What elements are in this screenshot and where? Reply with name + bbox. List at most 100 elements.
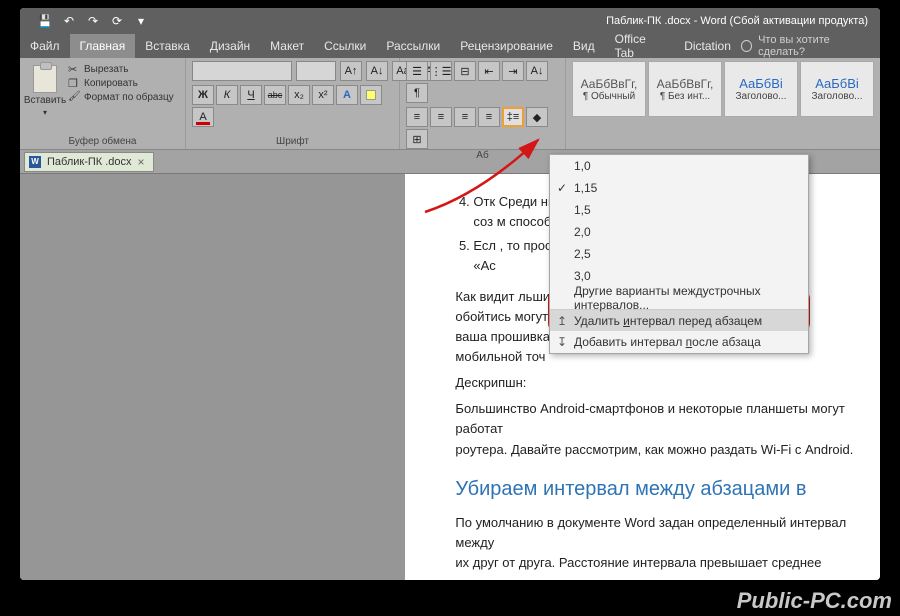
- style-no-spacing-label: ¶ Без инт...: [660, 91, 710, 102]
- paste-button[interactable]: Вставить ▾: [26, 61, 64, 117]
- tab-review[interactable]: Рецензирование: [450, 34, 563, 58]
- increase-indent-button[interactable]: ⇥: [502, 61, 524, 81]
- group-font: A↑ A↓ Aa A̷ Ж К Ч abc x₂ x² A A Шрифт: [186, 58, 400, 149]
- font-color-button[interactable]: A: [192, 107, 214, 127]
- tab-dictation[interactable]: Dictation: [674, 34, 741, 58]
- font-group-label: Шрифт: [192, 135, 393, 149]
- style-heading1[interactable]: АаБбВі Заголово...: [724, 61, 798, 117]
- tab-insert[interactable]: Вставка: [135, 34, 200, 58]
- font-name-combo[interactable]: [192, 61, 292, 81]
- tab-office-tab[interactable]: Office Tab: [605, 34, 675, 58]
- title-bar: 💾 ↶ ↷ ⟳ ▾ Паблик-ПК .docx - Word (Сбой а…: [20, 8, 880, 34]
- line-spacing-button[interactable]: ‡≡: [502, 107, 524, 127]
- copy-button[interactable]: Копировать: [68, 77, 174, 89]
- decrease-indent-button[interactable]: ⇤: [478, 61, 500, 81]
- sort-button[interactable]: A↓: [526, 61, 548, 81]
- spacing-option-2-5[interactable]: 2,5: [550, 243, 808, 265]
- font-size-combo[interactable]: [296, 61, 336, 81]
- tab-view[interactable]: Вид: [563, 34, 605, 58]
- tab-layout[interactable]: Макет: [260, 34, 314, 58]
- qat-dropdown-icon[interactable]: ▾: [134, 14, 148, 28]
- group-styles: АаБбВвГг, ¶ Обычный АаБбВвГг, ¶ Без инт.…: [566, 58, 880, 149]
- vertical-ruler: [20, 174, 35, 580]
- refresh-icon[interactable]: ⟳: [110, 14, 124, 28]
- ribbon-tabs: Файл Главная Вставка Дизайн Макет Ссылки…: [20, 34, 880, 58]
- subscript-button[interactable]: x₂: [288, 85, 310, 105]
- strikethrough-button[interactable]: abc: [264, 85, 286, 105]
- show-marks-button[interactable]: ¶: [406, 83, 428, 103]
- spacing-option-1-15[interactable]: ✓1,15: [550, 177, 808, 199]
- redo-icon[interactable]: ↷: [86, 14, 100, 28]
- clipboard-group-label: Буфер обмена: [26, 135, 179, 149]
- remove-before-icon: ↥: [550, 314, 574, 328]
- numbering-button[interactable]: ⋮☰: [430, 61, 452, 81]
- align-left-button[interactable]: ≡: [406, 107, 428, 127]
- superscript-button[interactable]: x²: [312, 85, 334, 105]
- tab-design[interactable]: Дизайн: [200, 34, 260, 58]
- tab-file[interactable]: Файл: [20, 34, 70, 58]
- word-window: 💾 ↶ ↷ ⟳ ▾ Паблик-ПК .docx - Word (Сбой а…: [20, 8, 880, 580]
- group-paragraph: ☰ ⋮☰ ⊟ ⇤ ⇥ A↓ ¶ ≡ ≡ ≡ ≡ ‡≡ ◆ ⊞: [400, 58, 566, 149]
- style-heading1-label: Заголово...: [736, 91, 787, 102]
- borders-button[interactable]: ⊞: [406, 129, 428, 149]
- style-normal[interactable]: АаБбВвГг, ¶ Обычный: [572, 61, 646, 117]
- add-space-after-paragraph[interactable]: ↧Добавить интервал после абзаца: [550, 331, 808, 353]
- tab-references[interactable]: Ссылки: [314, 34, 376, 58]
- cut-button[interactable]: Вырезать: [68, 63, 174, 75]
- justify-button[interactable]: ≡: [478, 107, 500, 127]
- check-icon: ✓: [550, 181, 574, 195]
- tell-me-search[interactable]: Что вы хотите сделать?: [741, 34, 880, 58]
- style-sample: АаБбВі: [739, 76, 783, 91]
- paste-label: Вставить: [24, 95, 66, 106]
- format-painter-button[interactable]: Формат по образцу: [68, 91, 174, 103]
- underline-button[interactable]: Ч: [240, 85, 262, 105]
- spacing-options-more[interactable]: Другие варианты междустрочных интервалов…: [550, 287, 808, 309]
- spacing-option-1-5[interactable]: 1,5: [550, 199, 808, 221]
- close-tab-icon[interactable]: ×: [138, 155, 145, 169]
- cut-label: Вырезать: [84, 64, 128, 75]
- chevron-down-icon: ▾: [43, 108, 47, 117]
- tell-me-placeholder: Что вы хотите сделать?: [758, 34, 870, 58]
- grow-font-button[interactable]: A↑: [340, 61, 362, 81]
- bold-button[interactable]: Ж: [192, 85, 214, 105]
- watermark: Public-PC.com: [729, 586, 900, 616]
- tab-home[interactable]: Главная: [70, 34, 136, 58]
- paragraph: Дескрипшн:: [455, 373, 860, 393]
- save-icon[interactable]: 💾: [38, 14, 52, 28]
- style-sample: АаБбВвГг,: [657, 77, 714, 91]
- style-normal-label: ¶ Обычный: [583, 91, 635, 102]
- group-clipboard: Вставить ▾ Вырезать Копировать Формат по…: [20, 58, 186, 149]
- format-painter-label: Формат по образцу: [84, 92, 174, 103]
- spacing-option-1-0[interactable]: 1,0: [550, 155, 808, 177]
- undo-icon[interactable]: ↶: [62, 14, 76, 28]
- style-no-spacing[interactable]: АаБбВвГг, ¶ Без инт...: [648, 61, 722, 117]
- brush-icon: [68, 91, 80, 103]
- spacing-option-2-0[interactable]: 2,0: [550, 221, 808, 243]
- italic-button[interactable]: К: [216, 85, 238, 105]
- tab-mailings[interactable]: Рассылки: [376, 34, 450, 58]
- paragraph: По умолчанию в документе Word задан опре…: [455, 513, 860, 580]
- style-sample: АаБбВі: [815, 76, 859, 91]
- lightbulb-icon: [741, 40, 752, 52]
- remove-space-before-paragraph[interactable]: ↥Удалить интервал перед абзацем: [550, 309, 808, 331]
- align-center-button[interactable]: ≡: [430, 107, 452, 127]
- style-heading2[interactable]: АаБбВі Заголово...: [800, 61, 874, 117]
- document-tab-name: Паблик-ПК .docx: [47, 156, 132, 168]
- highlight-button[interactable]: [360, 85, 382, 105]
- align-right-button[interactable]: ≡: [454, 107, 476, 127]
- document-tab[interactable]: W Паблик-ПК .docx ×: [24, 152, 154, 172]
- shrink-font-button[interactable]: A↓: [366, 61, 388, 81]
- shading-button[interactable]: ◆: [526, 107, 548, 127]
- multilevel-list-button[interactable]: ⊟: [454, 61, 476, 81]
- heading: Убираем интервал между абзацами в: [455, 474, 860, 505]
- window-title: Паблик-ПК .docx - Word (Сбой активации п…: [606, 15, 868, 27]
- scissors-icon: [68, 63, 80, 75]
- line-spacing-menu: 1,0 ✓1,15 1,5 2,0 2,5 3,0 Другие вариант…: [549, 154, 809, 354]
- word-icon: W: [29, 156, 41, 168]
- paragraph-group-label: Аб: [406, 149, 559, 163]
- clipboard-icon: [33, 65, 57, 93]
- paragraph: Большинство Android-смартфонов и некотор…: [455, 399, 860, 459]
- style-sample: АаБбВвГг,: [581, 77, 638, 91]
- text-effects-button[interactable]: A: [336, 85, 358, 105]
- bullets-button[interactable]: ☰: [406, 61, 428, 81]
